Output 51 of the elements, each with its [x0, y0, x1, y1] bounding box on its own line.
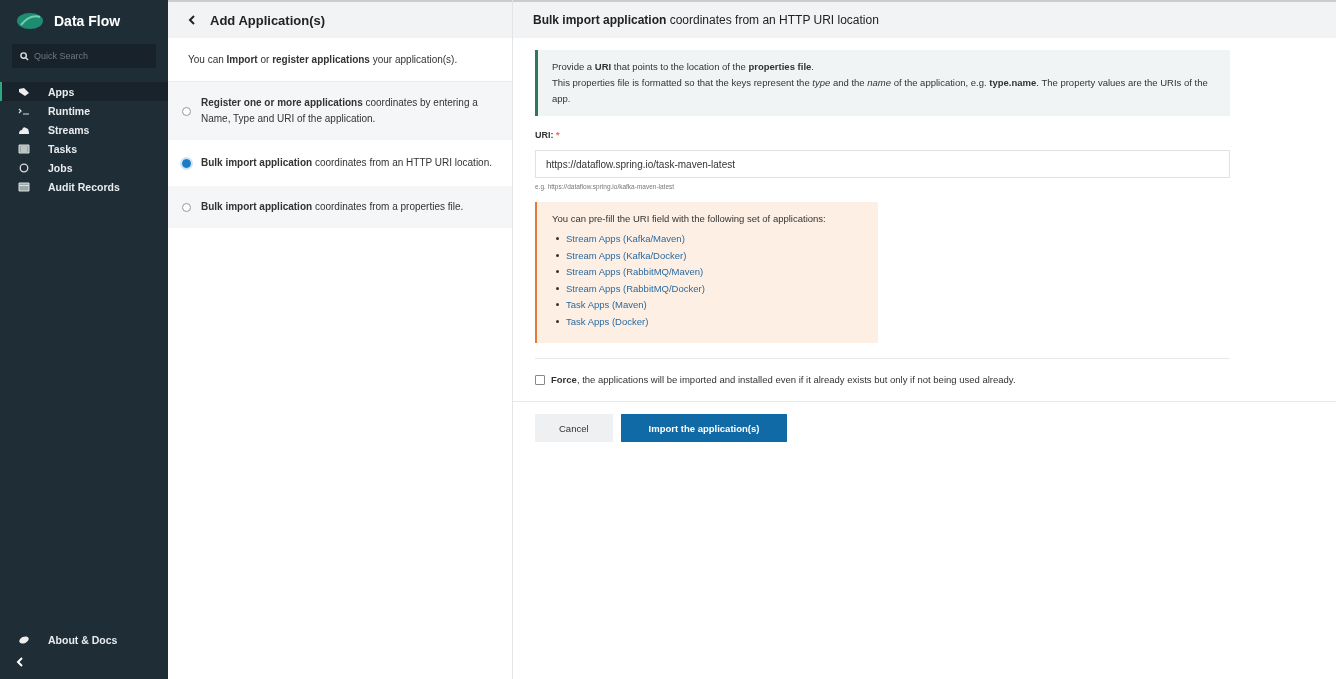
force-checkbox[interactable] [535, 374, 545, 385]
cloud-icon [18, 124, 30, 135]
uri-label: URI: [535, 130, 554, 141]
prefill-link[interactable]: Task Apps (Docker) [566, 315, 649, 327]
panel-title: Add Application(s) [210, 12, 326, 28]
form-title: Bulk import application coordinates from an HTTP URI location [533, 13, 879, 27]
prefill-text: You can pre-fill the URI field with the following set of applications: [552, 213, 827, 225]
option-text: Bulk import application coordinates from a properties file. [201, 200, 464, 214]
nav-item[interactable]: Jobs [0, 158, 168, 177]
bullet-icon [556, 253, 559, 257]
prefill-link[interactable]: Task Apps (Maven) [566, 299, 647, 311]
leaf-logo-icon [16, 12, 44, 30]
bullet-icon [556, 303, 559, 307]
bullet-icon [556, 286, 559, 290]
list-icon [18, 143, 30, 154]
chevron-left-icon [16, 657, 24, 667]
radio-button[interactable] [182, 106, 191, 116]
prefill-link[interactable]: Stream Apps (RabbitMQ/Maven) [566, 266, 704, 278]
info-text: Provide a URI that points to the location of the properties file. [552, 60, 815, 74]
option-text: Register one or more applications coordinates by entering a Name, Type and URI of the application. [201, 96, 479, 126]
app-title: Data Flow [54, 13, 121, 29]
nav-item[interactable]: Streams [0, 120, 168, 139]
option-item[interactable]: Bulk import application coordinates from a properties file. [168, 186, 512, 230]
clock-icon [18, 162, 30, 173]
radio-button[interactable] [182, 158, 191, 168]
nav-item[interactable]: Apps [0, 82, 168, 101]
cancel-button[interactable]: Cancel [535, 414, 613, 443]
search-field[interactable]: Quick Search [12, 44, 156, 68]
nav-item[interactable]: Runtime [0, 101, 168, 120]
bullet-icon [556, 319, 559, 323]
uri-input[interactable]: https://dataflow.spring.io/task-maven-latest [535, 150, 1230, 179]
radio-button[interactable] [182, 202, 191, 212]
required-mark: * [556, 130, 560, 141]
tag-icon [18, 86, 30, 97]
prefill-link[interactable]: Stream Apps (Kafka/Docker) [566, 249, 687, 261]
back-icon[interactable] [188, 15, 196, 25]
table-icon [18, 181, 30, 192]
bullet-icon [556, 270, 559, 274]
bullet-icon [556, 237, 559, 241]
info-text: This properties file is formatted so that the keys represent the type and the name of the application, e.g. type.name. The property values are the URIs of the app. [552, 76, 1209, 107]
option-text: Bulk import application coordinates from an HTTP URI location. [201, 156, 492, 170]
nav-item[interactable]: Audit Records [0, 177, 168, 196]
about-docs-link[interactable]: About & Docs [0, 630, 168, 649]
import-button[interactable]: Import the application(s) [620, 414, 788, 443]
nav-item[interactable]: Tasks [0, 139, 168, 158]
prefill-link[interactable]: Stream Apps (Kafka/Maven) [566, 233, 685, 245]
option-item[interactable]: Register one or more applications coordinates by entering a Name, Type and URI of the application. [168, 82, 512, 142]
prefill-link[interactable]: Stream Apps (RabbitMQ/Docker) [566, 282, 705, 294]
leaf-icon [18, 634, 30, 645]
search-icon [20, 52, 29, 61]
force-text: Force, the applications will be imported and installed even if it already exists but only if not being used already. [551, 374, 1016, 386]
